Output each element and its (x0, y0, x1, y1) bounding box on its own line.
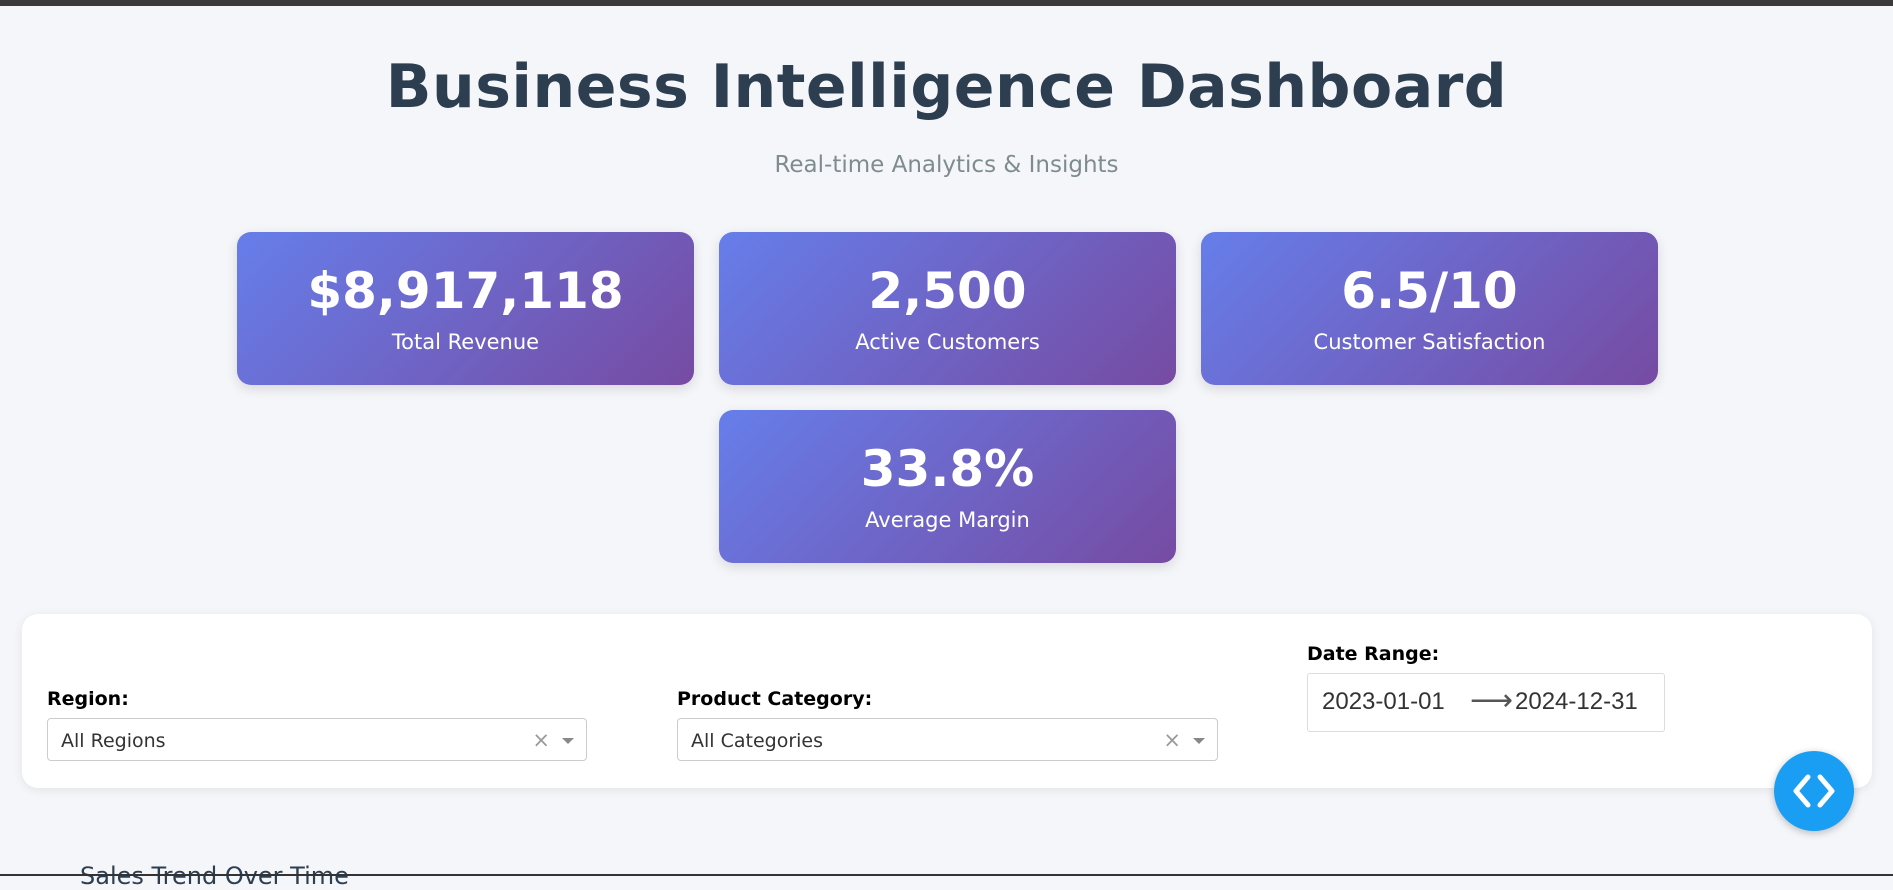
clear-icon[interactable]: × (532, 728, 550, 752)
sales-trend-heading: Sales Trend Over Time (80, 862, 349, 890)
top-bar (0, 0, 1893, 6)
kpi-card-average-margin: 33.8% Average Margin (719, 410, 1176, 563)
region-dropdown[interactable]: All Regions × (47, 718, 587, 761)
kpi-label: Active Customers (855, 330, 1040, 354)
kpi-value: $8,917,118 (307, 262, 624, 320)
code-icon (1793, 774, 1835, 808)
kpi-value: 6.5/10 (1341, 262, 1518, 320)
kpi-card-total-revenue: $8,917,118 Total Revenue (237, 232, 694, 385)
page-subtitle: Real-time Analytics & Insights (774, 152, 1119, 178)
product-category-dropdown[interactable]: All Categories × (677, 718, 1218, 761)
arrow-right-icon: ⟶ (1470, 683, 1514, 718)
region-selected-value: All Regions (61, 730, 166, 752)
date-range-picker[interactable]: 2023-01-01 ⟶ 2024-12-31 (1307, 673, 1665, 732)
code-toggle-button[interactable] (1774, 751, 1854, 831)
kpi-value: 2,500 (868, 262, 1027, 320)
chevron-down-icon[interactable] (562, 738, 574, 744)
date-range-label: Date Range: (1307, 643, 1440, 665)
kpi-label: Average Margin (865, 508, 1030, 532)
kpi-label: Total Revenue (391, 330, 540, 354)
kpi-card-active-customers: 2,500 Active Customers (719, 232, 1176, 385)
kpi-label: Customer Satisfaction (1313, 330, 1546, 354)
kpi-value: 33.8% (860, 440, 1035, 498)
product-category-label: Product Category: (677, 688, 873, 710)
end-date-input[interactable]: 2024-12-31 (1515, 688, 1638, 716)
region-label: Region: (47, 688, 129, 710)
start-date-input[interactable]: 2023-01-01 (1322, 688, 1445, 716)
chevron-down-icon[interactable] (1193, 738, 1205, 744)
page-title: Business Intelligence Dashboard (385, 52, 1508, 122)
category-selected-value: All Categories (691, 730, 824, 752)
kpi-card-customer-satisfaction: 6.5/10 Customer Satisfaction (1201, 232, 1658, 385)
clear-icon[interactable]: × (1163, 728, 1181, 752)
